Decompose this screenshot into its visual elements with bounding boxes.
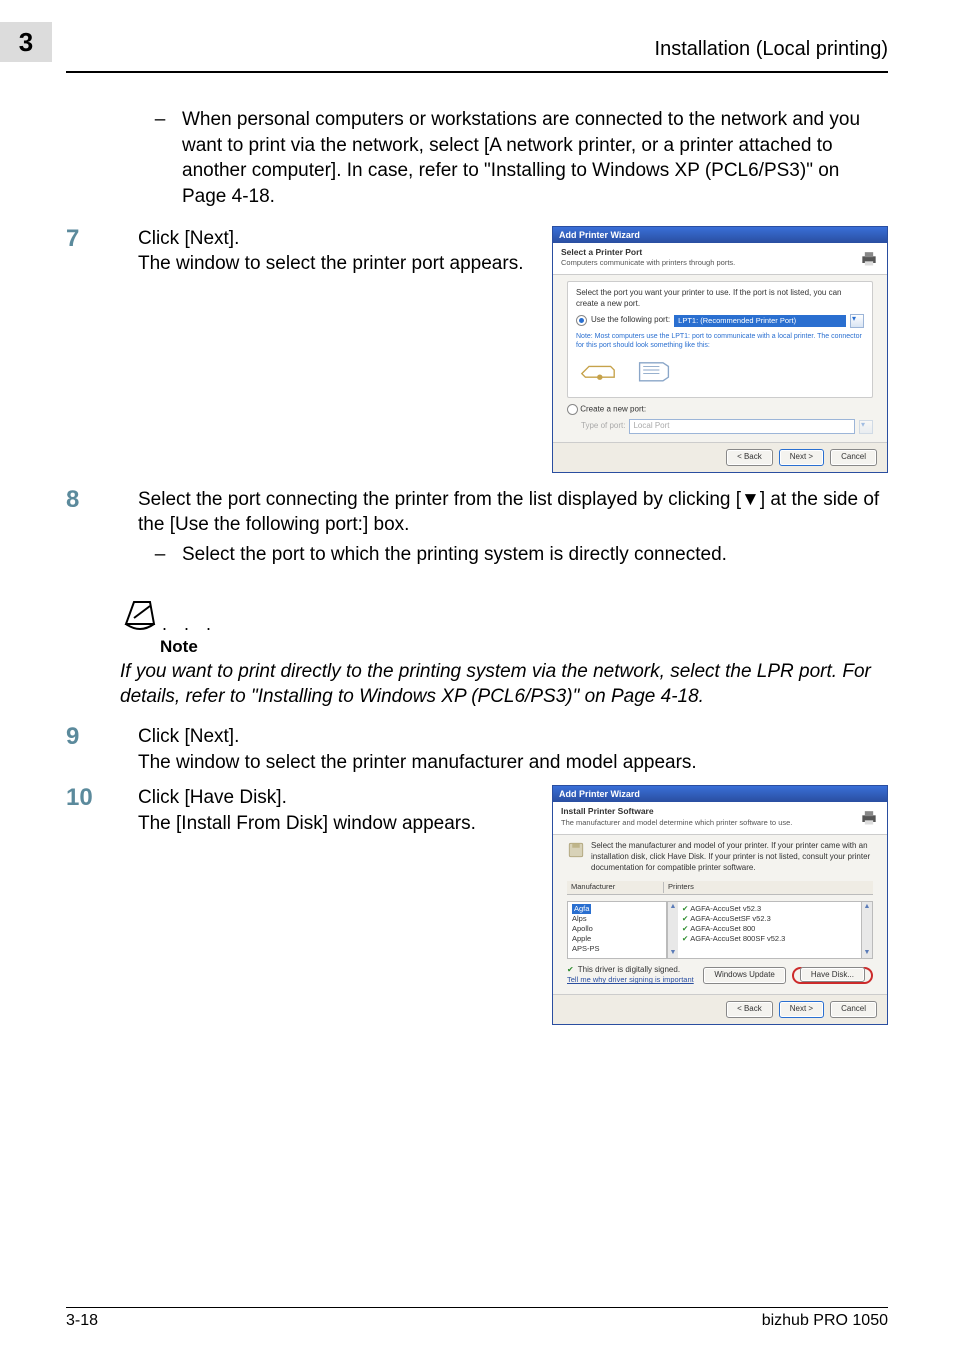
printer-item[interactable]: AGFA-AccuSetSF v52.3 <box>690 914 770 923</box>
have-disk-highlight: Have Disk... <box>792 967 873 984</box>
step-number-7: 7 <box>66 226 138 252</box>
wizard1-title: Add Printer Wizard <box>553 227 887 243</box>
wizard2-subdesc: The manufacturer and model determine whi… <box>561 818 792 828</box>
page-header: Installation (Local printing) <box>66 38 888 65</box>
note-label: Note <box>160 637 888 657</box>
printer-item[interactable]: AGFA-AccuSet 800 <box>690 924 755 933</box>
step9-line1: Click [Next]. <box>138 724 888 750</box>
driver-signing-link[interactable]: Tell me why driver signing is important <box>567 975 694 984</box>
wizard-install-software: Add Printer Wizard Install Printer Softw… <box>552 785 888 1025</box>
wizard1-subtitle: Select a Printer Port <box>561 247 735 258</box>
col-header-printers: Printers <box>664 882 869 892</box>
port-selection[interactable]: LPT1: (Recommended Printer Port) <box>674 315 846 327</box>
type-of-port-label: Type of port: <box>581 421 625 432</box>
note-body: If you want to print directly to the pri… <box>120 659 888 710</box>
manufacturer-scrollbar[interactable]: ▲▼ <box>667 902 678 958</box>
step8-line1: Select the port connecting the printer f… <box>138 487 888 538</box>
wizard2-next-button[interactable]: Next > <box>779 1001 824 1018</box>
manufacturer-item[interactable]: Alps <box>572 914 662 924</box>
wizard1-panel-top: Select the port you want your printer to… <box>576 288 864 310</box>
step10-line1: Click [Have Disk]. <box>138 785 540 811</box>
printer-icon <box>859 248 879 268</box>
step-number-9: 9 <box>66 724 138 750</box>
radio-use-port-label: Use the following port: <box>591 315 670 326</box>
printer-item[interactable]: AGFA-AccuSet v52.3 <box>690 904 761 913</box>
printers-scrollbar[interactable]: ▲▼ <box>861 902 872 958</box>
wizard2-subtitle: Install Printer Software <box>561 806 792 817</box>
step7-line1: Click [Next]. <box>138 226 540 252</box>
signed-check-icon: ✔ <box>682 924 688 933</box>
radio-create-port-label: Create a new port: <box>580 404 646 413</box>
step6-bullet-text: When personal computers or workstations … <box>182 107 888 210</box>
printers-list[interactable]: ✔AGFA-AccuSet v52.3 ✔AGFA-AccuSetSF v52.… <box>678 902 861 958</box>
wizard1-cancel-button[interactable]: Cancel <box>830 449 877 466</box>
port-dropdown-arrow[interactable] <box>850 314 864 328</box>
wizard2-cancel-button[interactable]: Cancel <box>830 1001 877 1018</box>
wizard1-next-button[interactable]: Next > <box>779 449 824 466</box>
wizard1-back-button[interactable]: < Back <box>726 449 773 466</box>
radio-create-port[interactable] <box>567 404 578 415</box>
step-number-10: 10 <box>66 785 138 811</box>
signed-check-icon: ✔ <box>682 914 688 923</box>
type-of-port-dropdown <box>859 420 873 434</box>
disk-icon <box>567 841 585 873</box>
wizard1-subdesc: Computers communicate with printers thro… <box>561 258 735 268</box>
dash: – <box>138 542 182 568</box>
page-footer: 3-18 bizhub PRO 1050 <box>66 1299 888 1330</box>
wizard2-instruction: Select the manufacturer and model of you… <box>591 841 873 873</box>
printer-item[interactable]: AGFA-AccuSet 800SF v52.3 <box>690 934 785 943</box>
signed-check-icon: ✔ <box>682 904 688 913</box>
step7-line2: The window to select the printer port ap… <box>138 251 540 277</box>
radio-use-port[interactable] <box>576 315 587 326</box>
manufacturer-item[interactable]: APS-PS <box>572 944 662 954</box>
dash: – <box>138 107 182 210</box>
note-icon <box>120 596 160 641</box>
have-disk-button[interactable]: Have Disk... <box>800 967 865 982</box>
connector-illustration <box>576 351 864 391</box>
windows-update-button[interactable]: Windows Update <box>703 967 785 984</box>
wizard-select-port: Add Printer Wizard Select a Printer Port… <box>552 226 888 473</box>
manufacturer-item-selected[interactable]: Agfa <box>572 904 591 914</box>
manufacturer-item[interactable]: Apple <box>572 934 662 944</box>
section-title: Installation (Local printing) <box>655 38 888 65</box>
signed-check-icon: ✔ <box>567 965 574 974</box>
signed-check-icon: ✔ <box>682 934 688 943</box>
chapter-tab: 3 <box>0 22 52 62</box>
wizard2-title: Add Printer Wizard <box>553 786 887 802</box>
type-of-port-select: Local Port <box>629 419 855 434</box>
wizard1-note-line: Note: Most computers use the LPT1: port … <box>576 332 864 351</box>
step-number-8: 8 <box>66 487 138 513</box>
page-number: 3-18 <box>66 1312 98 1330</box>
step8-bullet: Select the port to which the printing sy… <box>182 542 727 568</box>
printer-icon <box>859 807 879 827</box>
manufacturer-list[interactable]: Agfa Alps Apollo Apple APS-PS <box>568 902 667 958</box>
step10-line2: The [Install From Disk] window appears. <box>138 811 540 837</box>
product-name: bizhub PRO 1050 <box>762 1312 888 1330</box>
col-header-manufacturer: Manufacturer <box>571 882 664 892</box>
manufacturer-item[interactable]: Apollo <box>572 924 662 934</box>
wizard2-back-button[interactable]: < Back <box>726 1001 773 1018</box>
signed-text: This driver is digitally signed. <box>578 965 680 974</box>
step9-line2: The window to select the printer manufac… <box>138 750 888 776</box>
